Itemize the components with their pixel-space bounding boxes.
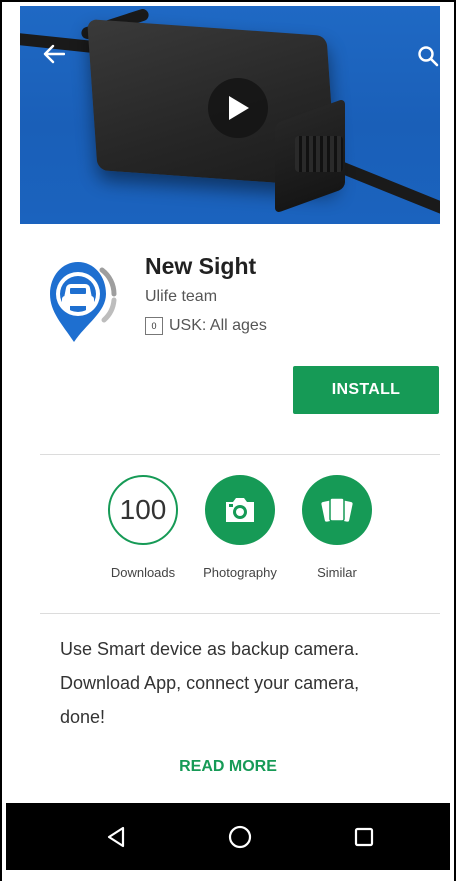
description-line: Download App, connect your camera, bbox=[60, 673, 360, 693]
back-button[interactable] bbox=[42, 42, 66, 66]
similar-label: Similar bbox=[317, 565, 357, 580]
cards-icon bbox=[321, 497, 353, 522]
nav-recents-button[interactable] bbox=[348, 821, 380, 853]
app-title: New Sight bbox=[145, 253, 257, 279]
stat-downloads: 100 Downloads bbox=[88, 475, 198, 580]
stat-similar[interactable]: Similar bbox=[282, 475, 392, 580]
divider-bottom bbox=[40, 613, 440, 614]
downloads-count: 100 bbox=[119, 494, 167, 525]
nav-back-icon bbox=[107, 826, 125, 848]
nav-home-button[interactable] bbox=[224, 821, 256, 853]
downloads-badge: 100 bbox=[108, 475, 178, 545]
content-rating: 0 USK: All ages bbox=[145, 315, 267, 337]
description-line: Use Smart device as backup camera. bbox=[60, 639, 360, 659]
category-badge[interactable] bbox=[205, 475, 275, 545]
app-icon bbox=[44, 250, 124, 346]
install-button[interactable]: INSTALL bbox=[293, 366, 439, 414]
app-description: Use Smart device as backup camera. Downl… bbox=[60, 632, 420, 734]
content-rating-text: USK: All ages bbox=[169, 317, 267, 334]
nav-recents-icon bbox=[354, 827, 374, 847]
read-more-link[interactable]: READ MORE bbox=[0, 758, 456, 776]
downloads-label: Downloads bbox=[110, 565, 176, 580]
promo-video-banner[interactable] bbox=[20, 6, 440, 224]
camera-icon bbox=[226, 498, 254, 522]
similar-badge[interactable] bbox=[302, 475, 372, 545]
app-developer-link[interactable]: Ulife team bbox=[145, 288, 217, 306]
divider-top bbox=[40, 454, 440, 455]
car-pin-icon bbox=[50, 262, 117, 342]
nav-back-button[interactable] bbox=[100, 821, 132, 853]
nav-home-icon bbox=[228, 825, 252, 849]
product-plug bbox=[295, 136, 343, 172]
stat-photography[interactable]: Photography bbox=[185, 475, 295, 580]
search-button[interactable] bbox=[416, 44, 440, 68]
category-label: Photography bbox=[203, 565, 277, 580]
usk-badge-icon: 0 bbox=[145, 317, 163, 335]
play-button[interactable] bbox=[208, 78, 268, 138]
search-icon bbox=[418, 46, 439, 67]
description-line: done! bbox=[60, 707, 106, 727]
play-icon bbox=[229, 96, 249, 120]
system-nav-bar bbox=[6, 803, 450, 870]
arrow-left-icon bbox=[43, 44, 65, 64]
